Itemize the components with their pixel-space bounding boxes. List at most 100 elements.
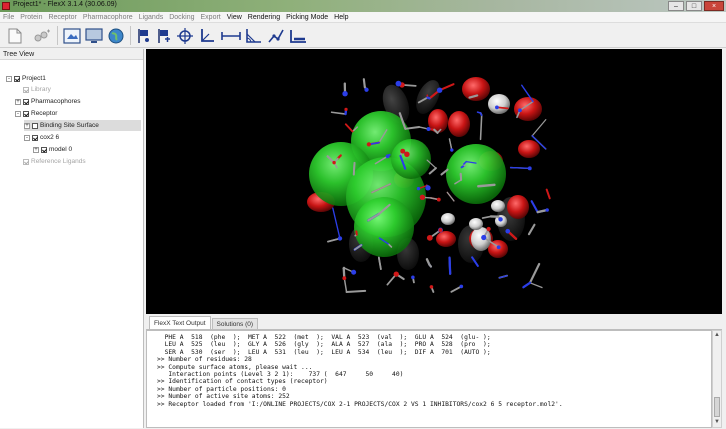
atom bbox=[505, 228, 511, 234]
flag-icon[interactable] bbox=[135, 26, 153, 45]
bond bbox=[362, 78, 366, 89]
bond bbox=[428, 167, 437, 175]
tree-item-cox2-6[interactable]: - cox2 6 bbox=[24, 132, 141, 143]
atom bbox=[332, 160, 336, 165]
menu-picking-mode[interactable]: Picking Mode bbox=[286, 14, 328, 21]
window-title: Project1* - FlexX 3.1.4 (30.06.09) bbox=[13, 1, 117, 8]
output-tabs: FlexX Text Output Solutions (0) bbox=[146, 316, 722, 330]
atom bbox=[404, 151, 410, 157]
menu-file[interactable]: File bbox=[3, 14, 14, 21]
scroll-thumb[interactable] bbox=[714, 397, 720, 417]
distance-icon[interactable] bbox=[220, 26, 242, 45]
expand-icon[interactable]: + bbox=[15, 98, 21, 105]
molecule-rendering bbox=[307, 77, 551, 293]
atom bbox=[416, 186, 421, 191]
atom bbox=[393, 271, 399, 277]
output-panel: FlexX Text Output Solutions (0) PHE A 518… bbox=[146, 316, 722, 428]
bond bbox=[546, 189, 551, 199]
tree-checkbox[interactable] bbox=[14, 75, 20, 82]
menu-docking[interactable]: Docking bbox=[169, 14, 194, 21]
close-button[interactable]: × bbox=[704, 1, 724, 11]
flag-alt-icon[interactable] bbox=[155, 26, 173, 45]
bond bbox=[509, 166, 531, 170]
console-scrollbar[interactable]: ▲ ▼ bbox=[712, 330, 722, 428]
atom bbox=[342, 276, 347, 281]
menu-receptor[interactable]: Receptor bbox=[48, 14, 76, 21]
application-window: Project1* - FlexX 3.1.4 (30.06.09) – □ ×… bbox=[0, 0, 726, 429]
bond bbox=[344, 123, 354, 133]
tree-item-label: model 0 bbox=[49, 146, 73, 153]
console-line: >> Number of residues: 28 bbox=[157, 356, 252, 364]
atom bbox=[481, 235, 487, 240]
console-line: LEU A 525 (leu ); GLY A 526 (gly ); ALA … bbox=[157, 341, 491, 349]
tree-item-label: Binding Site Surface bbox=[40, 122, 99, 129]
atom bbox=[496, 245, 501, 250]
tree-item-label: Library bbox=[31, 86, 51, 93]
tree-item-label: Receptor bbox=[31, 110, 58, 117]
menu-view[interactable]: View bbox=[227, 14, 242, 21]
tree-item-pharmacophores[interactable]: + Pharmacophores bbox=[15, 96, 141, 107]
menu-protein[interactable]: Protein bbox=[20, 14, 42, 21]
atom bbox=[364, 87, 369, 92]
atom bbox=[401, 149, 405, 153]
bond bbox=[377, 256, 382, 270]
expand-icon[interactable]: + bbox=[24, 122, 30, 129]
molecule-3d-viewer[interactable] bbox=[146, 49, 722, 314]
tree-item-model-0[interactable]: + model 0 bbox=[33, 144, 141, 155]
expand-icon[interactable]: + bbox=[33, 146, 39, 153]
bond bbox=[530, 200, 539, 214]
scroll-up-icon[interactable]: ▲ bbox=[713, 331, 721, 340]
tree-checkbox[interactable] bbox=[23, 158, 29, 165]
collapse-icon[interactable]: - bbox=[24, 134, 30, 141]
bond bbox=[345, 289, 367, 293]
bond bbox=[481, 215, 492, 219]
text-output-console[interactable]: PHE A 518 (phe ); MET A 522 (met ); VAL … bbox=[146, 330, 712, 428]
tree-item-binding-site-surface[interactable]: + Binding Site Surface bbox=[24, 120, 141, 131]
bond bbox=[426, 96, 431, 100]
tree-item-reference-ligands[interactable]: Reference Ligands bbox=[15, 156, 141, 167]
bond bbox=[528, 262, 541, 284]
tree-checkbox[interactable] bbox=[23, 86, 29, 93]
collapse-icon[interactable]: - bbox=[6, 75, 12, 82]
maximize-button[interactable]: □ bbox=[686, 1, 702, 11]
bond bbox=[527, 223, 536, 236]
tab-flexx-text-output[interactable]: FlexX Text Output bbox=[149, 316, 211, 329]
add-icon[interactable] bbox=[32, 26, 52, 45]
bond bbox=[330, 111, 347, 115]
torsion-icon[interactable] bbox=[266, 26, 286, 45]
tree-item-receptor[interactable]: - Receptor bbox=[15, 108, 141, 119]
menu-ligands[interactable]: Ligands bbox=[139, 14, 164, 21]
tree-checkbox[interactable] bbox=[32, 134, 38, 141]
menu-pharmacophore[interactable]: Pharmacophore bbox=[83, 14, 133, 21]
app-icon bbox=[2, 2, 10, 10]
tab-solutions-0[interactable]: Solutions (0) bbox=[211, 318, 259, 329]
measure-icon[interactable] bbox=[288, 26, 308, 45]
screen-view-icon[interactable] bbox=[62, 26, 82, 45]
collapse-icon[interactable]: - bbox=[15, 110, 21, 117]
tree-item-label: cox2 6 bbox=[40, 134, 60, 141]
menu-help[interactable]: Help bbox=[334, 14, 348, 21]
center-icon[interactable] bbox=[176, 26, 194, 45]
tree-checkbox[interactable] bbox=[41, 146, 47, 153]
bond bbox=[448, 256, 452, 275]
menu-rendering[interactable]: Rendering bbox=[248, 14, 280, 21]
globe-icon[interactable] bbox=[107, 26, 125, 45]
bond bbox=[479, 114, 483, 141]
console-line: >> Receptor loaded from 'I:/ONLINE PROJE… bbox=[157, 400, 563, 408]
menu-bar: File Protein Receptor Pharmacophore Ligands D… bbox=[0, 12, 726, 23]
minimize-button[interactable]: – bbox=[668, 1, 684, 11]
new-document-icon[interactable] bbox=[6, 26, 24, 45]
tree-checkbox[interactable] bbox=[23, 110, 29, 117]
monitor-icon[interactable] bbox=[84, 26, 104, 45]
tree-item-project1[interactable]: - Project1 bbox=[6, 73, 141, 84]
menu-export[interactable]: Export bbox=[201, 14, 221, 21]
atom bbox=[351, 269, 357, 275]
tree-item-library[interactable]: Library bbox=[15, 84, 141, 95]
atom bbox=[429, 285, 434, 289]
axis-icon[interactable] bbox=[198, 26, 216, 45]
tree-checkbox[interactable] bbox=[32, 122, 38, 129]
scroll-down-icon[interactable]: ▼ bbox=[713, 418, 721, 427]
angle-icon[interactable] bbox=[244, 26, 264, 45]
atom bbox=[337, 236, 343, 241]
tree-checkbox[interactable] bbox=[23, 98, 29, 105]
